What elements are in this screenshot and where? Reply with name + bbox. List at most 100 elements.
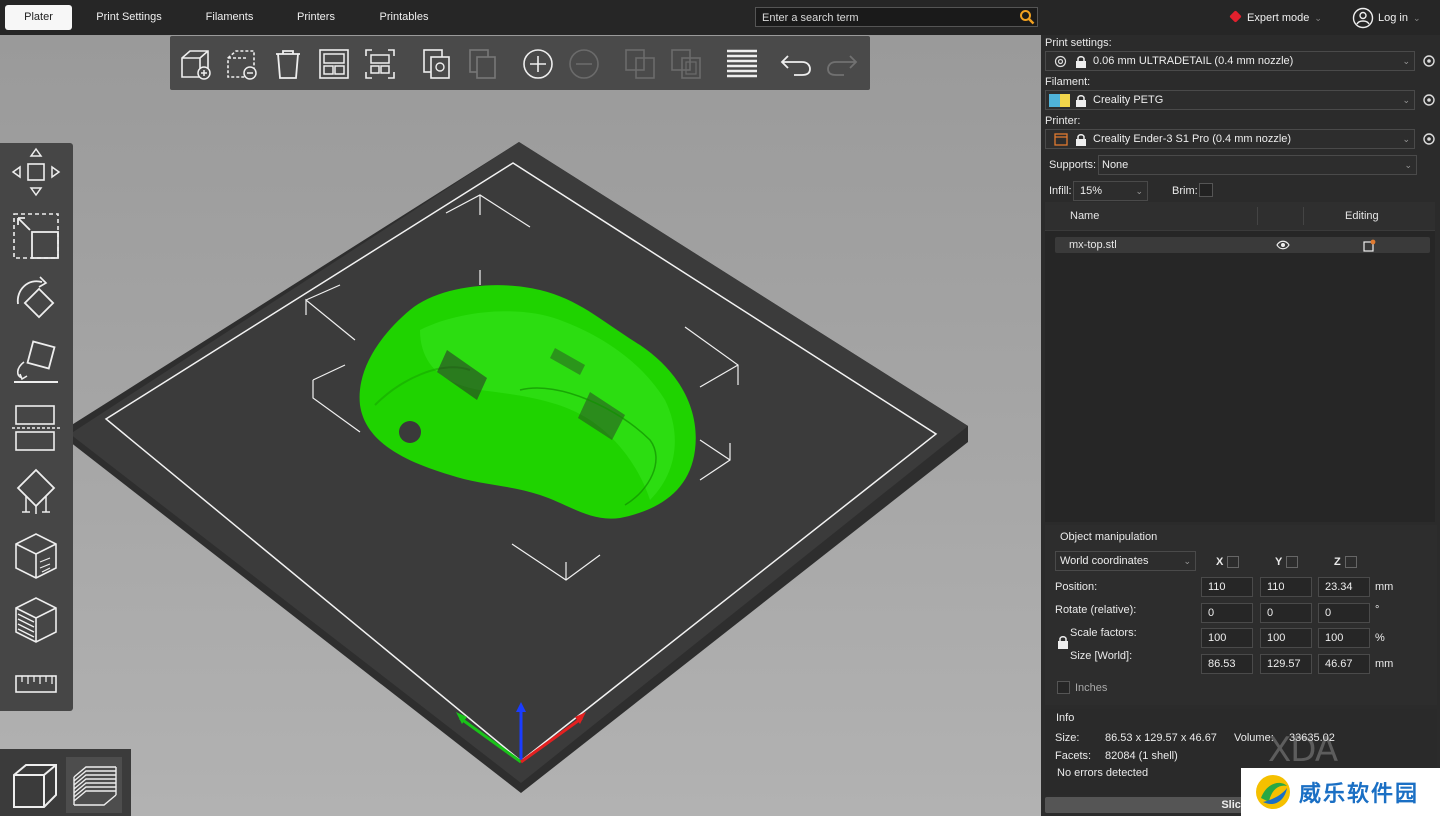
login-label: Log in — [1378, 12, 1408, 24]
object-row[interactable]: mx-top.stl — [1055, 237, 1430, 253]
lock-icon — [1076, 56, 1086, 68]
move-tool-button[interactable] — [10, 146, 62, 198]
login-button[interactable]: Log in ⌄ — [1352, 7, 1421, 29]
chevron-down-icon: ⌄ — [1402, 134, 1410, 144]
info-facets-value: 82084 (1 shell) — [1105, 750, 1178, 762]
seam-cube-icon — [15, 533, 57, 579]
delete-all-button[interactable] — [270, 46, 306, 82]
reset-icon[interactable] — [1286, 556, 1298, 568]
plus-circle-icon — [523, 49, 553, 79]
expert-mode-button[interactable]: Expert mode ⌄ — [1229, 8, 1322, 28]
gear-icon[interactable] — [1422, 132, 1436, 146]
copy-button[interactable] — [418, 46, 454, 82]
build-plate-scene[interactable] — [0, 35, 1041, 816]
position-x-field[interactable]: 110 — [1201, 577, 1253, 597]
print-settings-value: 0.06 mm ULTRADETAIL (0.4 mm nozzle) — [1093, 55, 1294, 67]
search-box — [755, 7, 1038, 27]
3d-view-button[interactable] — [6, 757, 62, 813]
reset-icon[interactable] — [1345, 556, 1357, 568]
coordinate-system-value: World coordinates — [1060, 555, 1149, 567]
undo-button[interactable] — [778, 46, 814, 82]
paste-button[interactable] — [464, 46, 500, 82]
lock-icon[interactable] — [1057, 635, 1069, 649]
textured-cube-icon — [15, 597, 57, 643]
edit-settings-icon[interactable] — [1363, 239, 1376, 252]
size-y-field[interactable]: 129.57 — [1260, 654, 1312, 674]
arrange-icon — [319, 49, 349, 79]
scale-x-field[interactable]: 100 — [1201, 628, 1253, 648]
seam-painting-button[interactable] — [10, 530, 62, 582]
scale-icon — [13, 213, 59, 259]
drop-to-bed-icon[interactable] — [1227, 556, 1239, 568]
coordinate-system-combo[interactable]: World coordinates ⌄ — [1055, 551, 1196, 571]
tab-printers[interactable]: Printers — [284, 5, 348, 30]
info-errors: No errors detected — [1057, 767, 1149, 779]
scale-unit: % — [1375, 632, 1385, 644]
arrange-button[interactable] — [316, 46, 352, 82]
delete-object-button[interactable] — [224, 46, 260, 82]
gear-icon[interactable] — [1422, 93, 1436, 107]
position-y-field[interactable]: 110 — [1260, 577, 1312, 597]
place-on-face-icon — [14, 340, 58, 383]
expert-mode-icon — [1229, 10, 1242, 23]
size-x-field[interactable]: 86.53 — [1201, 654, 1253, 674]
measure-tool-button[interactable] — [10, 658, 62, 710]
cube-view-icon — [13, 764, 57, 808]
preview-button[interactable] — [66, 757, 122, 813]
rotate-tool-button[interactable] — [10, 274, 62, 326]
tab-filaments[interactable]: Filaments — [192, 5, 267, 30]
eye-icon[interactable] — [1276, 240, 1290, 250]
tab-print-settings[interactable]: Print Settings — [82, 5, 176, 30]
support-painting-button[interactable] — [10, 466, 62, 518]
fuzzy-skin-button[interactable] — [10, 594, 62, 646]
size-z-field[interactable]: 46.67 — [1318, 654, 1370, 674]
infill-combo[interactable]: 15% ⌄ — [1073, 181, 1148, 201]
printer-value: Creality Ender-3 S1 Pro (0.4 mm nozzle) — [1093, 133, 1292, 145]
xda-watermark: XDA — [1268, 730, 1338, 770]
add-object-button[interactable] — [178, 46, 214, 82]
supports-combo[interactable]: None ⌄ — [1098, 155, 1417, 175]
scale-tool-button[interactable] — [10, 210, 62, 262]
trash-icon — [276, 50, 300, 79]
rotate-y-field[interactable]: 0 — [1260, 603, 1312, 623]
gear-icon[interactable] — [1422, 54, 1436, 68]
print-settings-combo[interactable]: 0.06 mm ULTRADETAIL (0.4 mm nozzle) ⌄ — [1045, 51, 1415, 71]
tab-plater[interactable]: Plater — [5, 5, 72, 30]
info-title: Info — [1056, 712, 1075, 724]
variable-layer-height-button[interactable] — [724, 46, 760, 82]
info-size-label: Size: — [1055, 732, 1080, 744]
3d-viewport[interactable] — [0, 35, 1041, 816]
rotate-x-field[interactable]: 0 — [1201, 603, 1253, 623]
printer-label: Printer: — [1045, 115, 1081, 127]
remove-instance-button[interactable] — [566, 46, 602, 82]
copy-icon — [423, 49, 450, 79]
size-unit: mm — [1375, 658, 1394, 670]
search-input[interactable] — [760, 9, 1019, 27]
split-parts-button[interactable] — [668, 46, 704, 82]
redo-button[interactable] — [824, 46, 860, 82]
layers-preview-icon — [73, 766, 117, 806]
layers-icon — [727, 49, 757, 78]
print-settings-label: Print settings: — [1045, 37, 1112, 49]
search-icon[interactable] — [1019, 9, 1035, 25]
tab-printables[interactable]: Printables — [365, 5, 443, 30]
chevron-down-icon: ⌄ — [1135, 186, 1143, 196]
infill-value: 15% — [1080, 185, 1103, 197]
arrange-selection-button[interactable] — [362, 46, 398, 82]
place-on-face-button[interactable] — [10, 338, 62, 390]
printer-combo[interactable]: Creality Ender-3 S1 Pro (0.4 mm nozzle) … — [1045, 129, 1415, 149]
minus-circle-icon — [569, 49, 599, 79]
filament-value: Creality PETG — [1093, 94, 1164, 106]
split-parts-icon — [671, 49, 701, 79]
printer-icon — [1054, 133, 1068, 146]
scale-z-field[interactable]: 100 — [1318, 628, 1370, 648]
filament-combo[interactable]: Creality PETG ⌄ — [1045, 90, 1415, 110]
add-instance-button[interactable] — [520, 46, 556, 82]
brim-checkbox[interactable] — [1199, 183, 1213, 197]
position-z-field[interactable]: 23.34 — [1318, 577, 1370, 597]
cut-tool-button[interactable] — [10, 402, 62, 454]
scale-y-field[interactable]: 100 — [1260, 628, 1312, 648]
inches-checkbox[interactable] — [1057, 681, 1070, 694]
split-objects-button[interactable] — [622, 46, 658, 82]
rotate-z-field[interactable]: 0 — [1318, 603, 1370, 623]
